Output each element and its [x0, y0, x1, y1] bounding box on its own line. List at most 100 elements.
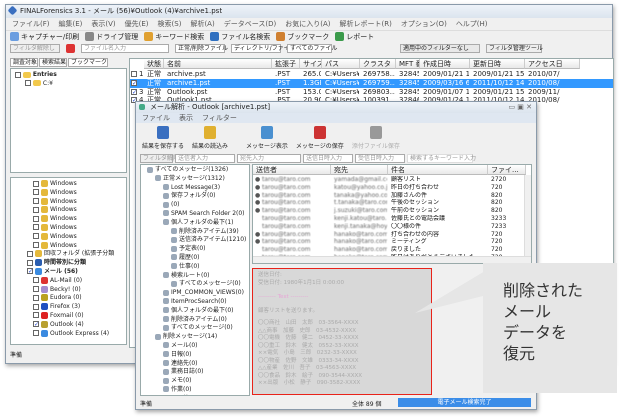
row-checkbox[interactable]: ✓ 3 [131, 88, 143, 97]
mail-tree-item[interactable]: 作業(0) [163, 386, 249, 395]
mail-tree-item[interactable]: すべてのメッセージ(0) [171, 280, 249, 289]
mail-tree-item[interactable]: 検索ルート(0) [163, 272, 249, 281]
checkbox[interactable]: ✓ [33, 321, 39, 328]
mail-tree-item[interactable]: 仕事(0) [171, 263, 249, 272]
mail-tree-item[interactable]: 削除メッセージ(14) [155, 333, 249, 342]
mail-toolbar-button[interactable]: 添付ファイル保存 [352, 126, 400, 150]
menu-item[interactable]: 優先(E) [125, 18, 149, 30]
mail-row[interactable]: ● tarou@taro.com hanako@taro.com 打ち合わせの内容 72… [253, 231, 531, 239]
menu-item[interactable]: 解析(A) [190, 18, 214, 30]
to-input[interactable]: 宛先入力 [237, 153, 301, 163]
mail-tree-item[interactable]: 個人フォルダの最下(1) [163, 219, 249, 228]
toolbar-button[interactable]: ドライブ管理 [85, 32, 138, 42]
mail-menu-item[interactable]: 表示 [179, 113, 193, 123]
toolbar-button[interactable]: レポート [335, 32, 374, 42]
tree-item[interactable]: Outlook Express (4) [33, 329, 126, 339]
tab-bookmarks[interactable]: ブックマーク [68, 58, 109, 67]
menu-item[interactable]: オプション(O) [401, 18, 447, 30]
tree-item[interactable]: Becky! (0) [33, 285, 126, 295]
column-header[interactable]: 拡張子 [272, 59, 300, 69]
checkbox[interactable] [33, 198, 39, 205]
column-header[interactable]: クラスタ [360, 59, 396, 69]
all-files-select[interactable]: すべてのファイル [287, 44, 337, 53]
mail-tree-item[interactable]: 日報(0) [163, 351, 249, 360]
mail-tree-item[interactable]: 送信済みアイテム(1210) [171, 236, 249, 245]
tree-item[interactable]: ✓ メール (56) [27, 267, 126, 277]
toolbar-button[interactable]: キャプチャー/印刷 [10, 32, 79, 42]
mail-tree-item[interactable]: 個人フォルダの最下(0) [163, 307, 249, 316]
menu-item[interactable]: ヘルプ(H) [456, 18, 488, 30]
column-header[interactable]: 状態 [144, 59, 164, 69]
menu-item[interactable]: お気に入り(A) [285, 18, 330, 30]
checkbox[interactable] [33, 312, 39, 319]
mail-toolbar-button[interactable]: 結果を保存する [142, 126, 184, 150]
toolbar-button[interactable]: キーワード検索 [144, 32, 204, 42]
menu-item[interactable]: 解析レポート(R) [340, 18, 392, 30]
mail-tree-item[interactable]: すべてのメッセージ(0) [163, 324, 249, 333]
tree-item[interactable]: Eudora (0) [33, 294, 126, 303]
menu-item[interactable]: 表示(V) [91, 18, 115, 30]
mail-row[interactable]: tarou@taro.com kenji.katou@taro.com 佐藤氏との電… [253, 215, 531, 223]
mail-tree-item[interactable]: その他(0) [163, 395, 249, 396]
mail-tree-item[interactable]: 保存フォルダ(0) [163, 192, 249, 201]
tree-item[interactable]: Foxmail (0) [33, 311, 126, 321]
mail-toolbar-button[interactable]: 結果の読込み [192, 126, 228, 150]
sender-input[interactable]: 送信者入力 [175, 153, 235, 163]
tree-item[interactable]: Windows [33, 188, 126, 198]
tree-item[interactable]: AL-Mail (0) [33, 276, 126, 286]
checkbox[interactable] [33, 303, 39, 310]
mail-row[interactable]: ● tarou@taro.com j.suzuki@taro.com 午前のセッション… [253, 207, 531, 215]
checkbox[interactable] [33, 233, 39, 240]
tab-targets[interactable]: 調査対象 [10, 58, 39, 67]
dir-file-select[interactable]: ディレクトリ/ファイル [231, 44, 296, 53]
checkbox[interactable] [33, 206, 39, 213]
sent-date-input[interactable]: 送信日時入力 [303, 153, 353, 163]
filter-tool-button[interactable]: フィルタ管理ツール [486, 44, 543, 53]
keyword-input[interactable]: 検索するキーワード入力 [407, 153, 476, 163]
mail-row[interactable]: ●tarou@taro.com yamada@gmail.com 顧客リスト 2720 [253, 176, 531, 184]
checkbox[interactable] [27, 250, 33, 257]
mail-tree-item[interactable]: 予定表(0) [171, 245, 249, 254]
column-header[interactable]: 作成日時 [420, 59, 470, 69]
mail-tree-item[interactable]: メール(0) [163, 342, 249, 351]
mail-toolbar-button[interactable]: メッセージ表示 [246, 126, 288, 150]
tree-item[interactable]: ✓ Outlook (4) [33, 320, 126, 330]
checkbox[interactable] [33, 224, 39, 231]
tree-item[interactable]: Firefox (3) [33, 303, 126, 312]
file-row[interactable]: ✓3 正常 Outlook.pst .PST 153.0MB C:¥Users¥sas..… [130, 88, 613, 97]
mail-row[interactable]: ● tarou@taro.com katou@yahoo.co.jp 昨日の打ち合わせ… [253, 184, 531, 192]
mail-column-header[interactable]: 件名 [388, 165, 488, 175]
mail-menu-item[interactable]: フィルター [202, 113, 237, 123]
checkbox[interactable] [33, 294, 39, 301]
column-header[interactable]: アクセス日 [525, 59, 580, 69]
toolbar-button[interactable]: ブックマーク [276, 32, 329, 42]
mail-row[interactable]: ● tarou@taro.com hanako@taro.com ミーティング 720 [253, 238, 531, 246]
tab-results[interactable]: 検索結果 [39, 58, 68, 67]
filename-input[interactable]: ファイル名入力 [81, 44, 169, 53]
checkbox[interactable] [33, 277, 39, 284]
tree-item[interactable]: Windows [33, 180, 126, 189]
checkbox[interactable] [33, 286, 39, 293]
recv-date-input[interactable]: 受信日時入力 [355, 153, 405, 163]
tree-item[interactable]: Windows [33, 232, 126, 242]
file-state-select[interactable]: 正常/削除ファイル [175, 44, 228, 53]
file-row[interactable]: ✓ 正常 archive1.pst .PST 1.3GB C:¥Users¥sas... 2… [130, 78, 613, 88]
mail-column-header[interactable]: 宛先 [331, 165, 388, 175]
menu-item[interactable]: データベース(D) [224, 18, 277, 30]
tree-item[interactable]: Windows [33, 206, 126, 215]
mail-tree-item[interactable]: すべてのメッセージ(1326) [147, 166, 249, 175]
column-header[interactable]: パス [322, 59, 360, 69]
column-header[interactable]: MFT 番号 [396, 59, 420, 69]
mail-tree-item[interactable]: 削除済みアイテム(0) [163, 316, 249, 325]
mail-tree-item[interactable]: 履歴(0) [171, 254, 249, 263]
mail-tree-item[interactable]: 業務日誌(0) [163, 368, 249, 377]
mail-tree-item[interactable]: 連絡先(0) [163, 360, 249, 369]
mail-filter-clear[interactable]: フィルタ解除し [140, 153, 185, 163]
mail-toolbar-button[interactable]: メッセージの保存 [296, 126, 344, 150]
tree-item-c-drive[interactable]: C:¥ [15, 80, 122, 89]
tree-item[interactable]: Windows [33, 215, 126, 224]
mail-menu-item[interactable]: ファイル [142, 113, 170, 123]
column-header[interactable]: 更新日時 [470, 59, 525, 69]
menu-item[interactable]: 検索(S) [158, 18, 182, 30]
tree-item[interactable]: Windows [33, 197, 126, 207]
